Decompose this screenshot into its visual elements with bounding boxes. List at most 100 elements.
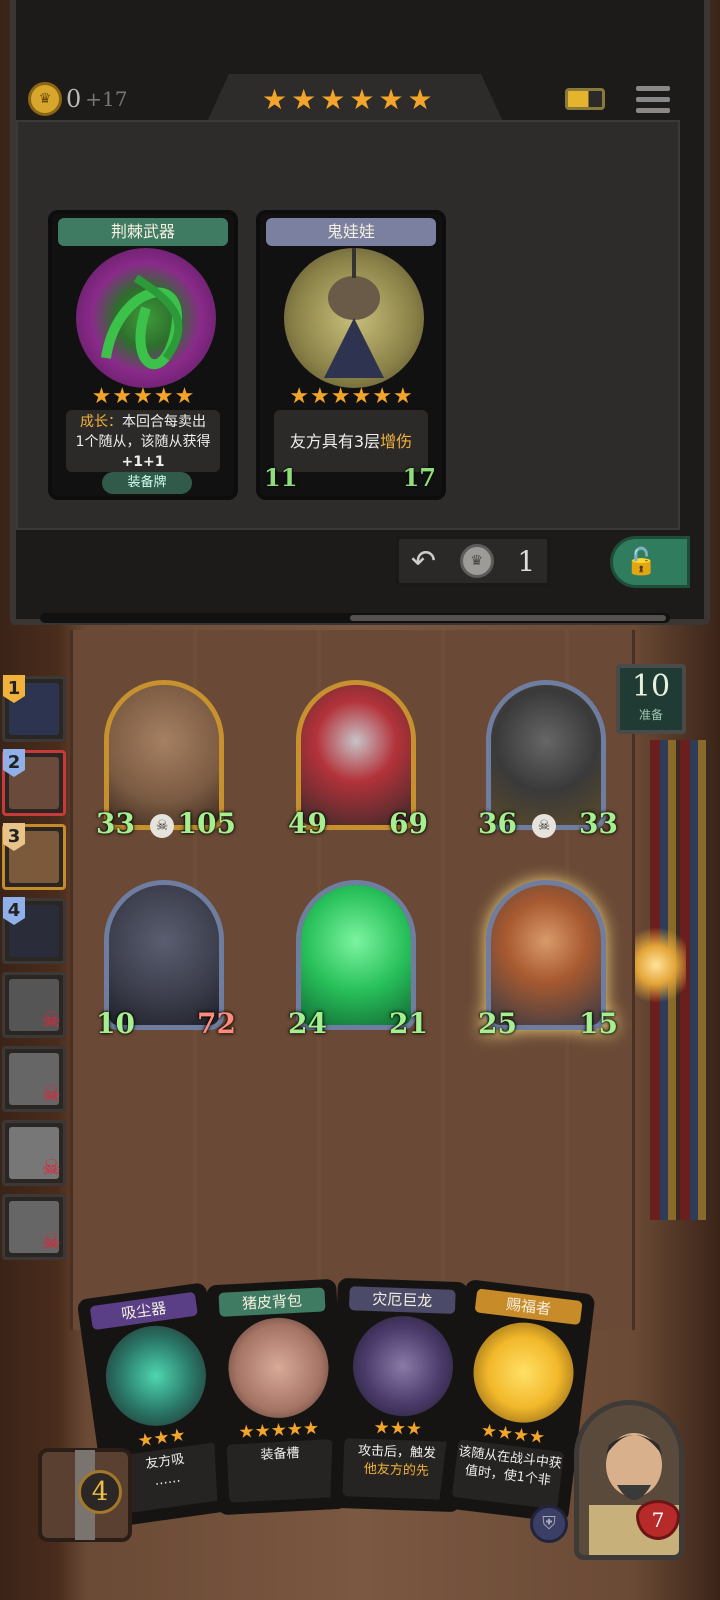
- card-health: 17: [402, 463, 436, 492]
- menu-button[interactable]: [636, 84, 670, 114]
- star-icon: ★: [405, 1418, 423, 1440]
- battery-icon: [565, 88, 605, 110]
- card-title: 灾厄巨龙: [348, 1286, 456, 1314]
- deck-count: 4: [78, 1470, 122, 1514]
- card-description: 攻击后，触发 他友方的先: [342, 1438, 451, 1500]
- player-slot[interactable]: 4: [2, 897, 66, 964]
- dead-skull-icon: ☠: [41, 1008, 61, 1033]
- player-slot[interactable]: 1: [2, 675, 66, 742]
- keyword-growth: 成长：: [80, 414, 122, 430]
- star-icon: ★: [286, 1418, 304, 1441]
- minion-attack: 10: [96, 1007, 135, 1040]
- card-art: [351, 1314, 455, 1418]
- dead-skull-icon: ☠: [41, 1156, 61, 1181]
- minion-attack: 24: [288, 1007, 327, 1040]
- card-art: [99, 1319, 213, 1433]
- desc-line: 本回合每卖出: [122, 414, 206, 430]
- star-icon: ★: [389, 1417, 407, 1440]
- minion-attack: 33: [96, 807, 135, 840]
- minion-health: 33: [579, 807, 618, 840]
- minion-vampire[interactable]: 49 69: [288, 680, 428, 840]
- card-title: 鬼娃娃: [266, 218, 436, 246]
- player-slot-dead[interactable]: ☠: [2, 1120, 66, 1186]
- minion-tree[interactable]: 33 ☠ 105: [96, 680, 236, 840]
- minion-health: 21: [389, 1007, 428, 1040]
- card-description: 装备槽: [226, 1439, 336, 1503]
- menu-line: [636, 97, 670, 102]
- tavern-level-stars: ★ ★ ★ ★ ★ ★: [262, 86, 433, 114]
- player-slot[interactable]: 3: [2, 823, 66, 890]
- shield-icon[interactable]: ⛨: [530, 1505, 568, 1543]
- star-icon: ★: [262, 83, 288, 116]
- star-icon: ★: [291, 83, 317, 116]
- star-icon: ★: [133, 384, 153, 409]
- card-stars: ★ ★ ★: [345, 1417, 452, 1440]
- desc-main: 友方具有3层: [289, 432, 381, 451]
- star-icon: ★: [392, 384, 413, 409]
- card-attack: 11: [264, 463, 298, 492]
- star-icon: ★: [378, 83, 404, 116]
- card-stars: ★ ★ ★ ★ ★ ★: [260, 386, 442, 408]
- star-icon: ★: [302, 1417, 320, 1440]
- unlock-icon: 🔓: [625, 547, 658, 577]
- card-description: 该随从在战斗中获 值时，使1个非: [451, 1439, 565, 1510]
- card-title: 赐福者: [474, 1288, 583, 1326]
- menu-line: [636, 86, 670, 91]
- scrollbar-thumb[interactable]: [350, 615, 666, 621]
- star-icon: ★: [168, 1424, 188, 1448]
- minion-ghost[interactable]: 24 21: [288, 880, 428, 1040]
- card-title: 猪皮背包: [218, 1287, 326, 1317]
- refresh-icon: ↶: [410, 543, 436, 579]
- hand-card-pigskin-bag[interactable]: 猪皮背包 ★ ★ ★ ★ ★ 装备槽: [206, 1278, 348, 1516]
- refresh-button[interactable]: ↶ ♛ 1: [396, 536, 550, 586]
- star-icon: ★: [289, 384, 310, 409]
- hand-card-blesser[interactable]: 赐福者 ★ ★ ★ ★ 该随从在战斗中获 值时，使1个非: [438, 1278, 596, 1524]
- crown-coin-icon: ♛: [28, 82, 62, 116]
- star-icon: ★: [153, 384, 174, 409]
- star-icon: ★: [310, 384, 330, 409]
- lock-shop-button[interactable]: 🔓: [610, 536, 690, 588]
- gold-display: ♛ 0 +17: [28, 82, 128, 116]
- player-slot-dead[interactable]: ☠: [2, 1046, 66, 1112]
- skull-icon: ☠: [150, 814, 174, 838]
- minion-gargoyle[interactable]: 10 72: [96, 880, 236, 1040]
- player-slot-dead[interactable]: ☠: [2, 1194, 66, 1260]
- minion-attack: 49: [288, 807, 327, 840]
- minion-health: 69: [389, 807, 428, 840]
- desc-line: 他友方的先: [363, 1461, 430, 1480]
- shop-card-thorn-weapon[interactable]: 荆棘武器 ★ ★ ★ ★ ★ 成长：本回合每卖出 1个随从，该随从获得 +1+1 装备牌: [48, 210, 238, 500]
- card-title: 吸尘器: [89, 1291, 198, 1331]
- lamp: [626, 920, 686, 1010]
- skull-icon: ☠: [532, 814, 556, 838]
- tree-portrait: [109, 685, 219, 825]
- card-title: 荆棘武器: [58, 218, 228, 246]
- menu-line: [636, 108, 670, 113]
- shop-card-ghost-doll[interactable]: 鬼娃娃 ★ ★ ★ ★ ★ ★ 友方具有3层增伤 11 17: [256, 210, 446, 500]
- minion-health: 15: [579, 1007, 618, 1040]
- star-icon: ★: [270, 1419, 288, 1442]
- minion-robot[interactable]: 36 ☠ 33: [478, 680, 618, 840]
- player-slot-self[interactable]: 2: [2, 749, 66, 816]
- star-icon: ★: [373, 1417, 391, 1439]
- star-icon: ★: [254, 1420, 272, 1443]
- gold-value: 0: [66, 85, 82, 113]
- ready-count: 10: [631, 669, 671, 704]
- doll-icon: [324, 248, 384, 378]
- card-stars: ★ ★ ★ ★ ★: [52, 386, 234, 408]
- equipment-tag: 装备牌: [102, 472, 192, 494]
- minion-health: 72: [197, 1007, 236, 1040]
- ready-sign: 10 准备: [616, 664, 686, 734]
- minion-archer[interactable]: 25 15: [478, 880, 618, 1040]
- player-slot-dead[interactable]: ☠: [2, 972, 66, 1038]
- star-icon: ★: [351, 384, 372, 409]
- gold-income: +17: [85, 87, 128, 111]
- ready-label: 准备: [638, 708, 663, 722]
- robot-portrait: [491, 685, 601, 825]
- card-art: [467, 1316, 580, 1429]
- card-description: 成长：本回合每卖出 1个随从，该随从获得 +1+1: [66, 410, 220, 472]
- desc-line: +1+1: [121, 454, 165, 470]
- card-art: [284, 248, 424, 388]
- gargoyle-portrait: [109, 885, 219, 1025]
- star-icon: ★: [91, 384, 112, 409]
- keyword-damage-boost: 增伤: [380, 432, 413, 451]
